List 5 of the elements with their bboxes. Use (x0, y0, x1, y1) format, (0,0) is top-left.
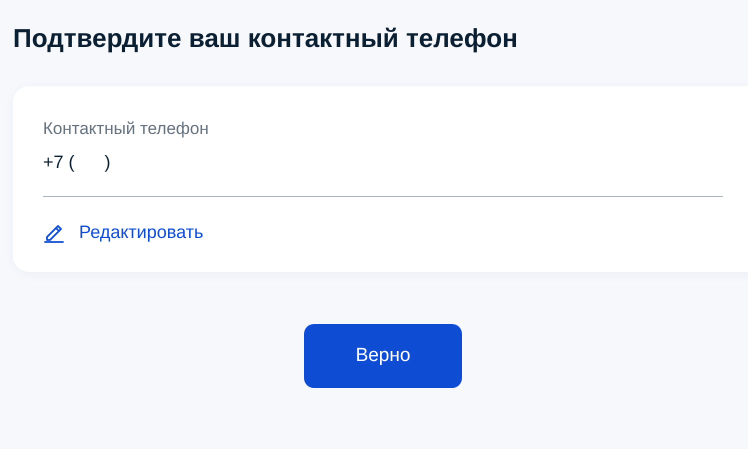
confirm-button[interactable]: Верно (304, 324, 462, 388)
phone-field[interactable]: +7 ( ) (43, 150, 111, 174)
field-label: Контактный телефон (43, 118, 209, 140)
edit-link[interactable]: Редактировать (43, 221, 204, 243)
page-title: Подтвердите ваш контактный телефон (13, 22, 519, 55)
